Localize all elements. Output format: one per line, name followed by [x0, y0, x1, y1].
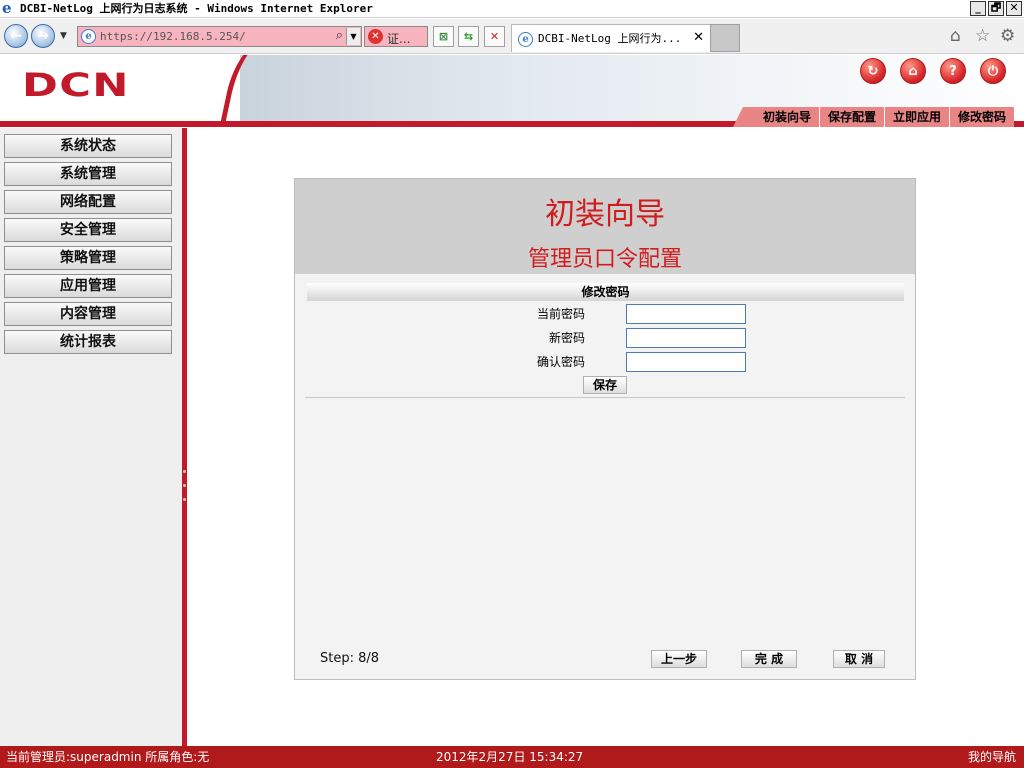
sidebar: 系统状态 系统管理 网络配置 安全管理 策略管理 应用管理 内容管理 统计报表 [0, 128, 182, 746]
sidebar-item-system-status[interactable]: 系统状态 [4, 134, 172, 158]
dcn-logo: DCN [22, 66, 130, 104]
new-password-label: 新密码 [548, 331, 585, 345]
quick-menu-setup-wizard[interactable]: 初装向导 [755, 107, 820, 127]
history-dropdown-icon[interactable]: ▼ [60, 31, 67, 41]
sidebar-item-system-management[interactable]: 系统管理 [4, 162, 172, 186]
browser-tab[interactable]: e DCBI-NetLog 上网行为... ✕ [511, 24, 711, 52]
refresh-circle-icon[interactable]: ↻ [860, 58, 886, 84]
gear-icon[interactable]: ⚙ [1000, 27, 1015, 45]
splitter-grip-dot [183, 470, 186, 473]
quick-menu: 初装向导 保存配置 立即应用 修改密码 [732, 107, 1014, 127]
cancel-button[interactable]: 取 消 [833, 650, 885, 668]
favorites-star-icon[interactable]: ☆ [975, 27, 990, 45]
sidebar-item-content[interactable]: 内容管理 [4, 302, 172, 326]
wizard-body [295, 274, 915, 679]
confirm-password-field[interactable] [626, 352, 746, 372]
quick-menu-apply-now[interactable]: 立即应用 [885, 107, 950, 127]
back-button[interactable]: ← [4, 24, 28, 48]
form-divider [305, 397, 905, 398]
setup-wizard-panel: 初装向导 管理员口令配置 修改密码 当前密码 新密码 确认密码 保存 Step:… [294, 178, 916, 680]
address-text: https://192.168.5.254/ [100, 30, 246, 43]
minimize-button[interactable]: _ [970, 1, 986, 16]
close-window-button[interactable]: ✕ [1006, 1, 1022, 16]
ie-logo-icon: e [2, 0, 12, 17]
wizard-header: 初装向导 管理员口令配置 [295, 179, 915, 274]
current-user-info: 当前管理员:superadmin 所属角色:无 [6, 750, 210, 764]
cert-error-icon: ✕ [368, 29, 383, 44]
splitter-grip-dot [183, 498, 186, 501]
finish-button[interactable]: 完 成 [741, 650, 797, 668]
sidebar-item-reports[interactable]: 统计报表 [4, 330, 172, 354]
certificate-error-button[interactable]: ✕ 证... [364, 26, 428, 47]
quick-menu-change-password[interactable]: 修改密码 [950, 107, 1014, 127]
sidebar-item-policy[interactable]: 策略管理 [4, 246, 172, 270]
my-navigation-link[interactable]: 我的导航 [968, 746, 1016, 768]
sidebar-item-network-config[interactable]: 网络配置 [4, 190, 172, 214]
previous-step-button[interactable]: 上一步 [651, 650, 707, 668]
cert-label: 证... [387, 32, 411, 46]
compatibility-view-icon[interactable]: ⊠ [433, 26, 454, 47]
window-title: DCBI-NetLog 上网行为日志系统 - Windows Internet … [20, 2, 373, 15]
sidebar-item-security[interactable]: 安全管理 [4, 218, 172, 242]
current-password-field[interactable] [626, 304, 746, 324]
window-controls: _ 🗗 ✕ [970, 1, 1022, 16]
page-icon: e [81, 29, 96, 44]
stop-icon[interactable]: ✕ [484, 26, 505, 47]
tab-title: DCBI-NetLog 上网行为... [538, 32, 682, 45]
refresh-icon[interactable]: ⇆ [458, 26, 479, 47]
home-icon[interactable]: ⌂ [950, 27, 961, 45]
app-header: DCN ↻ ⌂ ? ⏻ 初装向导 保存配置 立即应用 修改密码 [0, 55, 1024, 127]
main-content: 初装向导 管理员口令配置 修改密码 当前密码 新密码 确认密码 保存 Step:… [187, 128, 1024, 746]
save-button[interactable]: 保存 [583, 376, 627, 394]
status-datetime: 2012年2月27日 15:34:27 [436, 750, 584, 764]
new-tab-button[interactable] [710, 24, 740, 52]
forward-button[interactable]: → [31, 24, 55, 48]
step-indicator: Step: 8/8 [320, 651, 380, 666]
browser-toolbar: ← → ▼ e https://192.168.5.254/ ⌕ ▼ ✕ 证..… [0, 19, 1024, 54]
window-titlebar: e DCBI-NetLog 上网行为日志系统 - Windows Interne… [0, 0, 1024, 18]
tab-page-icon: e [518, 32, 533, 47]
wizard-title: 初装向导 [545, 197, 665, 232]
status-bar: 当前管理员:superadmin 所属角色:无 2012年2月27日 15:34… [0, 746, 1024, 768]
current-password-label: 当前密码 [536, 307, 585, 321]
wizard-subtitle: 管理员口令配置 [527, 247, 682, 272]
splitter-grip-dot [183, 484, 186, 487]
tab-close-icon[interactable]: ✕ [693, 31, 704, 45]
header-icons: ↻ ⌂ ? ⏻ [860, 58, 1006, 84]
address-bar[interactable]: e https://192.168.5.254/ ⌕ ▼ [77, 26, 362, 47]
quick-menu-save-config[interactable]: 保存配置 [820, 107, 885, 127]
help-circle-icon[interactable]: ? [940, 58, 966, 84]
search-icon[interactable]: ⌕ [336, 28, 343, 43]
home-circle-icon[interactable]: ⌂ [900, 58, 926, 84]
logout-circle-icon[interactable]: ⏻ [980, 58, 1006, 84]
new-password-field[interactable] [626, 328, 746, 348]
address-dropdown-icon[interactable]: ▼ [346, 28, 360, 45]
confirm-password-label: 确认密码 [536, 355, 585, 369]
restore-button[interactable]: 🗗 [988, 1, 1004, 16]
section-title-change-password: 修改密码 [307, 283, 904, 301]
sidebar-item-application[interactable]: 应用管理 [4, 274, 172, 298]
